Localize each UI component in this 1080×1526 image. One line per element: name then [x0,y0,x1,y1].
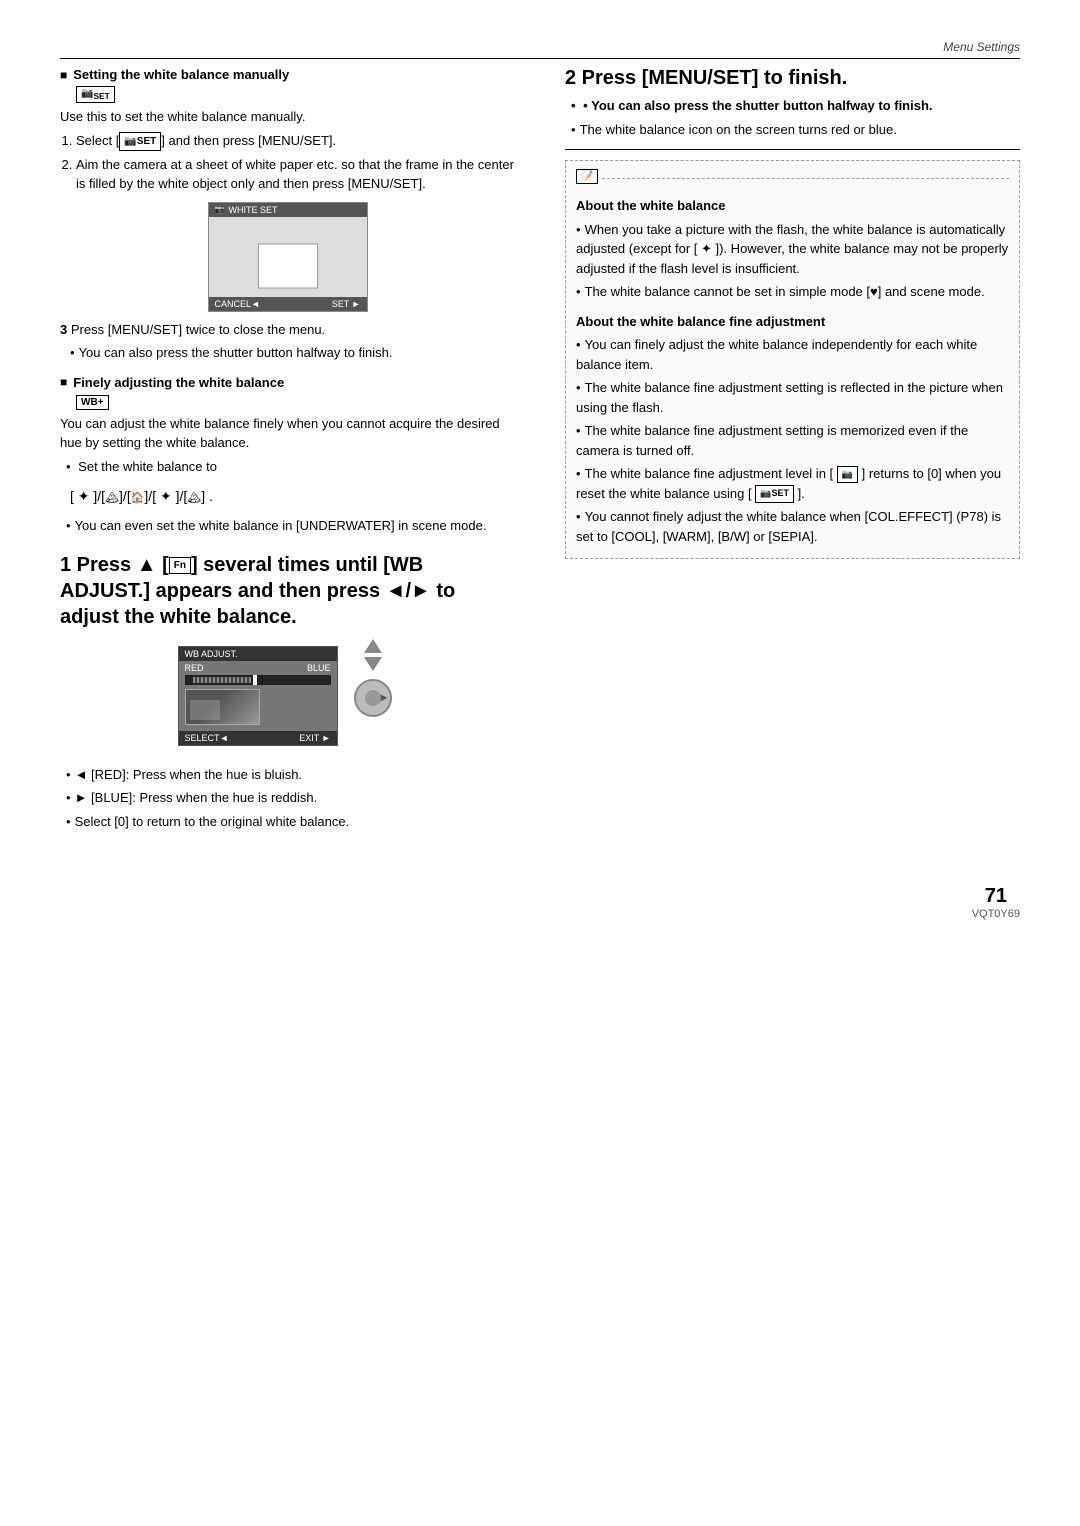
wb-adjust-photo [185,689,260,725]
step2-icon-bullet: The white balance icon on the screen tur… [571,120,1020,140]
manual-step3-text: Press [MENU/SET] twice to close the menu… [71,322,325,337]
big-step1-heading: 1 Press ▲ [Fn] several times until [WB A… [60,552,515,630]
step3-bullet: You can also press the shutter button ha… [70,343,515,363]
select-zero-bullet: Select [0] to return to the original whi… [66,812,515,832]
red-bullet: ◄ [RED]: Press when the hue is bluish. [66,765,515,785]
fine-adjust-set: Set the white balance to [66,457,515,477]
wb-adjust-bar [185,675,331,685]
wb-adjust-title: WB ADJUST. [179,647,337,661]
page-number: 71 [972,885,1020,908]
manual-step-2: Aim the camera at a sheet of white paper… [76,155,515,194]
white-set-screen: 📷 WHITE SET CANCEL◄ SET ► [208,202,368,312]
manual-intro: Use this to set the white balance manual… [60,107,515,127]
white-set-white-area [258,243,318,288]
set-icon-2: 📷 [837,466,858,484]
fine-adj-bullet-1: You can finely adjust the white balance … [576,335,1009,374]
note-icon: 📝 [576,169,598,184]
fn-icon: Fn [169,557,191,574]
blue-bullet: ► [BLUE]: Press when the hue is reddish. [66,788,515,808]
underwater-bullet: You can even set the white balance in [U… [66,516,515,536]
note-wb-bullet-1: When you take a picture with the flash, … [576,220,1009,279]
note-wb-bullets: When you take a picture with the flash, … [576,220,1009,302]
fine-adj-heading: About the white balance fine adjustment [576,312,1009,332]
fine-adjust-formula: [ ✦ ]/[🏔]/[🏠]/[ ✦ ]/[🏔] . [70,482,515,510]
set-icon-3: 📷SET [755,485,794,503]
page-footer: 71 VQT0Y69 [60,875,1020,920]
set-icon: 📷SET [119,132,161,151]
fine-adj-bullet-2: The white balance fine adjustment settin… [576,378,1009,417]
fine-adjust-heading: Finely adjusting the white balance [60,375,515,390]
model-number: VQT0Y69 [972,908,1020,920]
manual-steps-list: Select [📷SET] and then press [MENU/SET].… [60,131,515,194]
wb-plus-icon: WB+ [76,395,109,410]
step3-number: 3 [60,322,67,337]
fine-adj-bullet-3: The white balance fine adjustment settin… [576,421,1009,460]
right-column: 2 Press [MENU/SET] to finish. • You can … [555,67,1020,835]
white-set-footer: CANCEL◄ SET ► [209,297,367,311]
note-about-wb: 📝 About the white balance When you take … [565,160,1020,559]
fine-adjust-text: You can adjust the white balance finely … [60,414,515,453]
white-set-title: 📷 WHITE SET [209,203,367,217]
manual-icon: 📷SET [76,86,115,103]
left-column: Setting the white balance manually 📷SET … [60,67,525,835]
section-title: Menu Settings [943,40,1020,54]
wb-adjust-labels: RED BLUE [179,663,337,673]
fine-adj-bullet-5: You cannot finely adjust the white balan… [576,507,1009,546]
dpad-down-arrow [364,657,382,671]
divider-1 [565,149,1020,150]
dpad-circle: ▶ [354,679,392,717]
manual-wb-heading: Setting the white balance manually [60,67,515,82]
page-header: Menu Settings [60,40,1020,59]
fine-adj-bullets: You can finely adjust the white balance … [576,335,1009,546]
dpad-up-arrow [364,639,382,653]
wb-adjust-screen: WB ADJUST. RED BLUE SELECT◄ EXIT ► [178,646,338,746]
fine-adj-bullet-4: The white balance fine adjustment level … [576,464,1009,503]
wb-adjust-footer: SELECT◄ EXIT ► [179,731,337,745]
step2-heading: 2 Press [MENU/SET] to finish. [565,67,1020,90]
note-wb-bullet-2: The white balance cannot be set in simpl… [576,282,1009,302]
note-wb-heading: About the white balance [576,196,1009,216]
manual-step-1: Select [📷SET] and then press [MENU/SET]. [76,131,515,151]
dpad: ▶ [348,638,398,718]
step2-shutter-sub: • You can also press the shutter button … [571,96,1020,116]
